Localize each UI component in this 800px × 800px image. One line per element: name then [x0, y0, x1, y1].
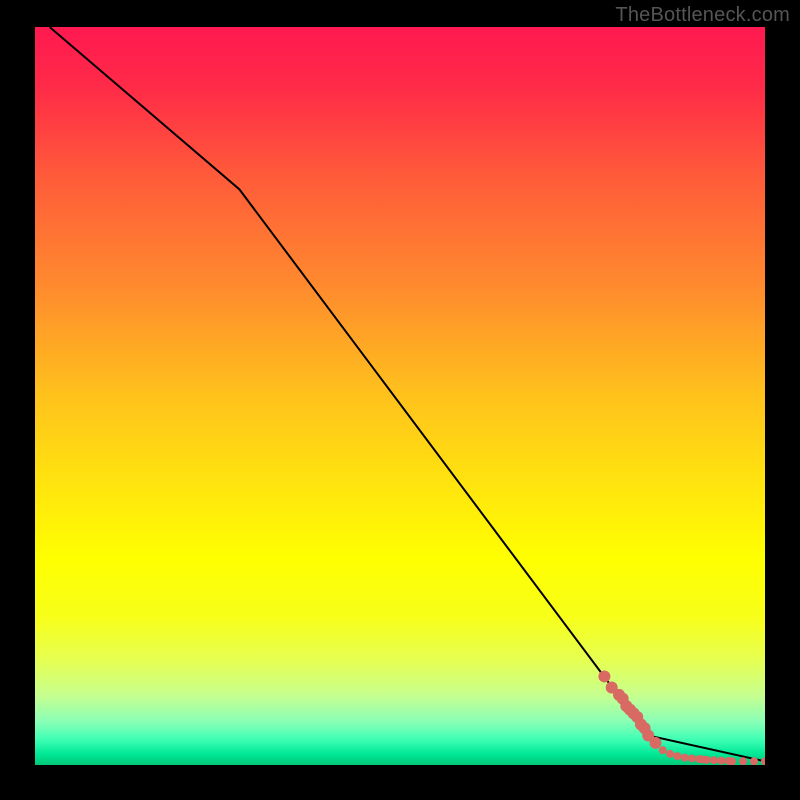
chart-plot-area [35, 27, 765, 765]
marker-dot [681, 754, 689, 762]
marker-dot [650, 737, 662, 749]
marker-dot [717, 757, 725, 765]
marker-dot [688, 754, 696, 762]
marker-dot [728, 757, 736, 765]
marker-dot [659, 746, 667, 754]
marker-dot [710, 756, 718, 764]
chart-frame: TheBottleneck.com [0, 0, 800, 800]
watermark-label: TheBottleneck.com [615, 4, 790, 27]
chart-svg [35, 27, 765, 765]
marker-dot [666, 750, 674, 758]
chart-background [35, 27, 765, 765]
marker-dot [750, 757, 758, 765]
marker-dot [703, 756, 711, 764]
marker-dot [598, 670, 610, 682]
marker-dot [739, 757, 747, 765]
marker-dot [673, 752, 681, 760]
